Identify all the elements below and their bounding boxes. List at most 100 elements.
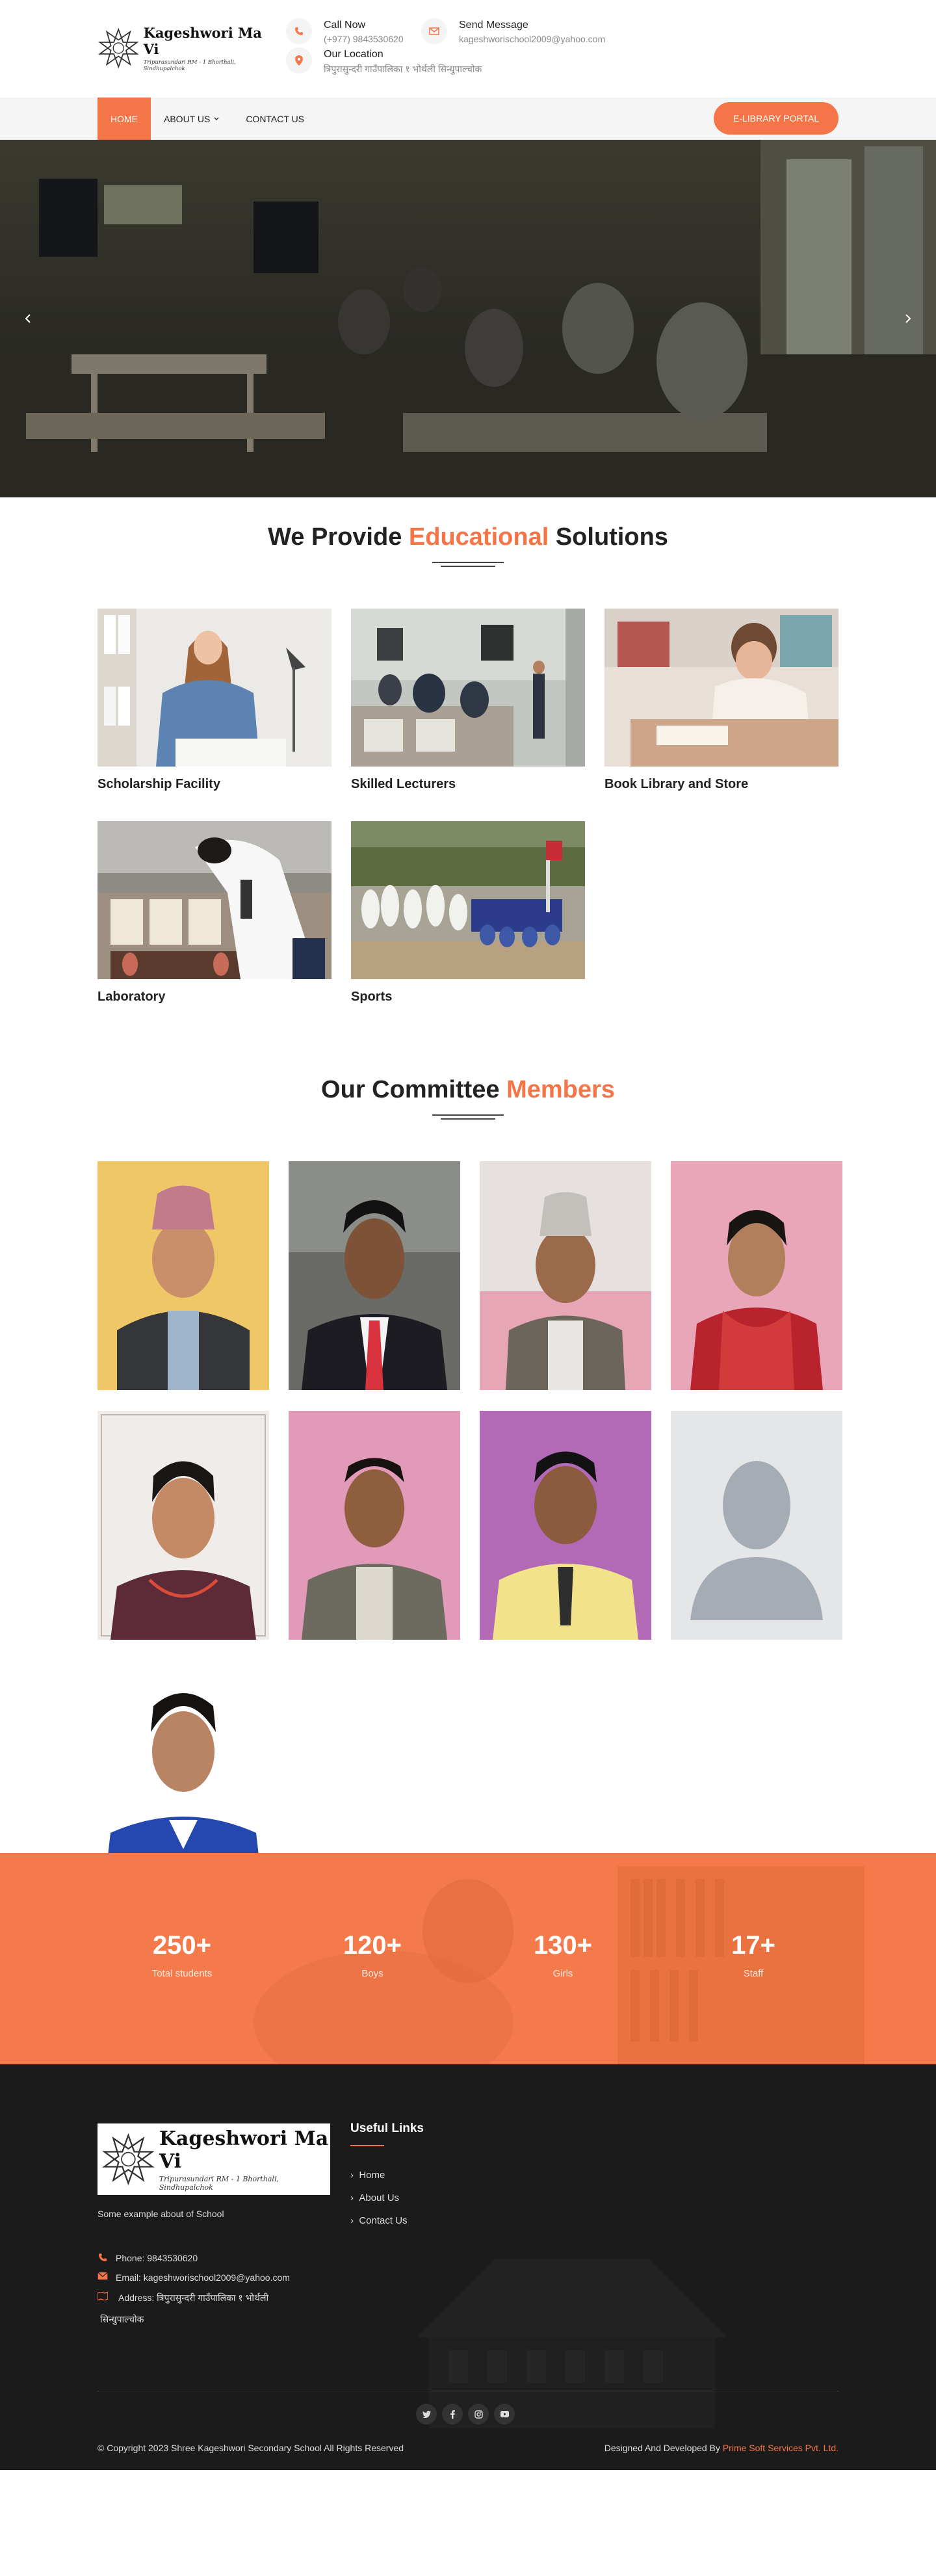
useful-links-title: Useful Links bbox=[350, 2122, 424, 2135]
stats-counter-section: 250+ Total students 120+ Boys 130+ Girls… bbox=[0, 1853, 936, 2064]
member-photo[interactable] bbox=[289, 1411, 460, 1640]
stat-label: Boys bbox=[361, 1968, 384, 1979]
chevron-right-icon bbox=[905, 314, 911, 323]
stat-girls: 130+ Girls bbox=[491, 1931, 634, 1979]
heading-divider bbox=[432, 562, 504, 567]
stat-value: 130+ bbox=[533, 1931, 593, 1960]
envelope-icon bbox=[98, 2272, 108, 2280]
stat-value: 250+ bbox=[152, 1931, 212, 1960]
main-navbar: Home About Us Contact Us E-Library Porta… bbox=[0, 98, 936, 140]
laboratory-image bbox=[98, 821, 332, 979]
footer-address-line2: सिन्धुपाल्चोक bbox=[100, 2314, 144, 2324]
solution-card[interactable]: Scholarship Facility bbox=[98, 609, 332, 792]
solution-title: Laboratory bbox=[98, 990, 166, 1004]
footer-logo-name: Kageshwori Ma Vi bbox=[159, 2127, 329, 2173]
footer-email-text[interactable]: Email: kageshworischool2009@yahoo.com bbox=[116, 2272, 290, 2283]
solution-card[interactable]: Book Library and Store bbox=[604, 609, 838, 792]
member-photo[interactable] bbox=[98, 1411, 269, 1640]
member-photo[interactable] bbox=[480, 1161, 651, 1390]
hero-slider bbox=[0, 140, 936, 497]
stat-label: Staff bbox=[743, 1968, 764, 1979]
stat-label: Total students bbox=[151, 1968, 213, 1979]
logo-school-name: Kageshwori Ma Vi bbox=[143, 24, 262, 57]
footer-link-contact[interactable]: › Contact Us bbox=[350, 2215, 408, 2226]
mail-contact: Send Message kageshworischool2009@yahoo.… bbox=[421, 18, 605, 44]
member-photo[interactable] bbox=[98, 1161, 269, 1390]
stat-value: 120+ bbox=[343, 1931, 402, 1960]
slider-prev-arrow[interactable] bbox=[12, 302, 44, 335]
footer-address: Address: त्रिपुरासुन्दरी गाउँपालिका १ भो… bbox=[98, 2292, 268, 2326]
nav-contact-us[interactable]: Contact Us bbox=[233, 98, 317, 140]
footer-link-home[interactable]: › Home bbox=[350, 2170, 385, 2181]
solution-card[interactable]: Laboratory bbox=[98, 821, 332, 1005]
stat-label: Girls bbox=[552, 1968, 573, 1979]
youtube-icon[interactable] bbox=[494, 2404, 515, 2425]
stat-staff: 17+ Staff bbox=[682, 1931, 825, 1979]
committee-heading: Our Committee Members bbox=[321, 1076, 615, 1103]
stat-total-students: 250+ Total students bbox=[110, 1931, 254, 1979]
phone-icon bbox=[286, 18, 312, 44]
footer-about-text: Some example about of School bbox=[98, 2209, 224, 2219]
top-header: Kageshwori Ma Vi Tripurasundari RM - 1 B… bbox=[0, 0, 936, 98]
nav-about-us[interactable]: About Us bbox=[151, 98, 233, 140]
chevron-right-icon: › bbox=[350, 2192, 359, 2203]
nav-about-label: About Us bbox=[164, 113, 211, 124]
member-photo-placeholder[interactable] bbox=[671, 1411, 842, 1640]
member-photo[interactable] bbox=[671, 1161, 842, 1390]
developer-credit: Designed And Developed By Prime Soft Ser… bbox=[604, 2443, 838, 2453]
location-title: Our Location bbox=[324, 49, 384, 60]
member-photo[interactable] bbox=[289, 1161, 460, 1390]
call-contact: Call Now (+977) 9843530620 bbox=[286, 18, 404, 44]
solution-title: Book Library and Store bbox=[604, 777, 749, 791]
location-address: त्रिपुरासुन्दरी गाउँपालिका १ भोर्थली सिन… bbox=[324, 64, 482, 74]
library-image bbox=[604, 609, 838, 767]
chevron-right-icon: › bbox=[350, 2215, 359, 2226]
solution-card[interactable]: Sports bbox=[351, 821, 585, 1005]
lecturers-image bbox=[351, 609, 585, 767]
footer-link-about[interactable]: › About Us bbox=[350, 2192, 399, 2203]
hero-classroom-image bbox=[0, 140, 936, 497]
call-number[interactable]: (+977) 9843530620 bbox=[324, 34, 404, 44]
school-logo[interactable]: Kageshwori Ma Vi Tripurasundari RM - 1 B… bbox=[98, 22, 268, 74]
solution-title: Skilled Lecturers bbox=[351, 777, 456, 791]
footer-email: Email: kageshworischool2009@yahoo.com bbox=[98, 2272, 290, 2283]
site-footer: Kageshwori Ma Vi Tripurasundari RM - 1 B… bbox=[0, 2064, 936, 2470]
solution-title: Sports bbox=[351, 990, 393, 1004]
logo-school-address: Tripurasundari RM - 1 Bhorthali, Sindhup… bbox=[143, 59, 236, 72]
footer-phone: Phone: 9843530620 bbox=[98, 2253, 198, 2263]
developer-link[interactable]: Prime Soft Services Pvt. Ltd. bbox=[723, 2443, 838, 2453]
nav-home[interactable]: Home bbox=[98, 98, 151, 140]
sports-image bbox=[351, 821, 585, 979]
solutions-heading: We Provide Educational Solutions bbox=[268, 523, 668, 551]
copyright-text: © Copyright 2023 Shree Kageshwori Second… bbox=[98, 2443, 404, 2453]
facebook-icon[interactable] bbox=[442, 2404, 463, 2425]
chevron-down-icon bbox=[214, 117, 219, 120]
envelope-icon bbox=[421, 18, 447, 44]
footer-logo-address: Tripurasundari RM - 1 Bhorthali, Sindhup… bbox=[159, 2174, 279, 2192]
solution-title: Scholarship Facility bbox=[98, 777, 220, 791]
twitter-icon[interactable] bbox=[416, 2404, 437, 2425]
members-grid bbox=[98, 1161, 842, 1909]
slider-next-arrow[interactable] bbox=[892, 302, 924, 335]
star-emblem-icon bbox=[102, 2133, 155, 2186]
instagram-icon[interactable] bbox=[468, 2404, 489, 2425]
stat-boys: 120+ Boys bbox=[301, 1931, 444, 1979]
useful-links-underline bbox=[350, 2145, 384, 2146]
scholarship-image bbox=[98, 609, 332, 767]
nav-home-label: Home bbox=[110, 113, 138, 124]
phone-icon bbox=[99, 2254, 107, 2261]
location-contact: Our Location त्रिपुरासुन्दरी गाउँपालिका … bbox=[286, 47, 482, 75]
footer-phone-text: Phone: 9843530620 bbox=[116, 2253, 198, 2263]
heading-divider bbox=[432, 1114, 504, 1120]
map-icon bbox=[98, 2292, 108, 2300]
chevron-right-icon: › bbox=[350, 2170, 359, 2181]
chevron-left-icon bbox=[25, 314, 31, 323]
call-title: Call Now bbox=[324, 20, 366, 31]
member-photo[interactable] bbox=[480, 1411, 651, 1640]
footer-logo[interactable]: Kageshwori Ma Vi Tripurasundari RM - 1 B… bbox=[98, 2123, 330, 2195]
stat-value: 17+ bbox=[731, 1931, 775, 1960]
mail-address[interactable]: kageshworischool2009@yahoo.com bbox=[459, 34, 605, 44]
mail-title: Send Message bbox=[459, 20, 528, 31]
e-library-portal-button[interactable]: E-Library Portal bbox=[714, 102, 838, 135]
solution-card[interactable]: Skilled Lecturers bbox=[351, 609, 585, 792]
